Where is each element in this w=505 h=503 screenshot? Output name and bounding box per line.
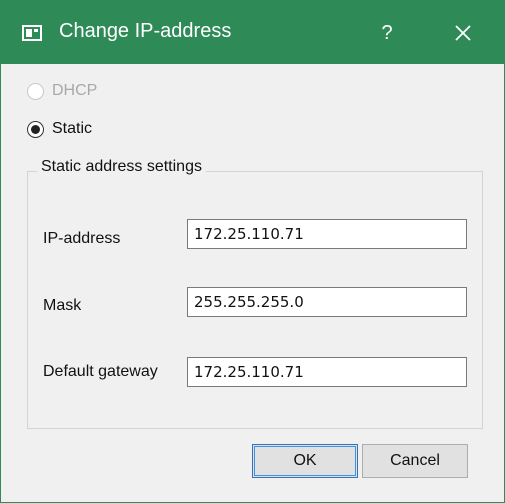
- cancel-button[interactable]: Cancel: [362, 444, 468, 478]
- mask-input[interactable]: [187, 287, 467, 317]
- static-radio[interactable]: [27, 120, 44, 138]
- dhcp-radio: [27, 82, 44, 100]
- help-button[interactable]: ?: [369, 15, 405, 51]
- ok-button[interactable]: OK: [252, 444, 358, 478]
- default-gateway-label: Default gateway: [43, 363, 158, 380]
- static-option[interactable]: Static: [27, 117, 92, 141]
- close-button[interactable]: [445, 15, 481, 51]
- app-window-icon: [22, 25, 42, 41]
- dhcp-option: DHCP: [27, 79, 97, 103]
- mask-label: Mask: [43, 297, 82, 314]
- dhcp-label: DHCP: [52, 82, 98, 99]
- ok-label: OK: [293, 452, 317, 469]
- close-icon: [455, 25, 471, 41]
- ip-address-input[interactable]: [187, 219, 467, 249]
- default-gateway-input[interactable]: [187, 357, 467, 387]
- dialog-title: Change IP-address: [59, 20, 232, 42]
- static-label[interactable]: Static: [52, 120, 92, 138]
- group-title: Static address settings: [37, 158, 206, 176]
- ip-address-label: IP-address: [43, 230, 121, 247]
- title-bar[interactable]: Change IP-address ?: [1, 1, 504, 64]
- change-ip-dialog: Change IP-address ? DHCP Static Static a…: [0, 0, 505, 503]
